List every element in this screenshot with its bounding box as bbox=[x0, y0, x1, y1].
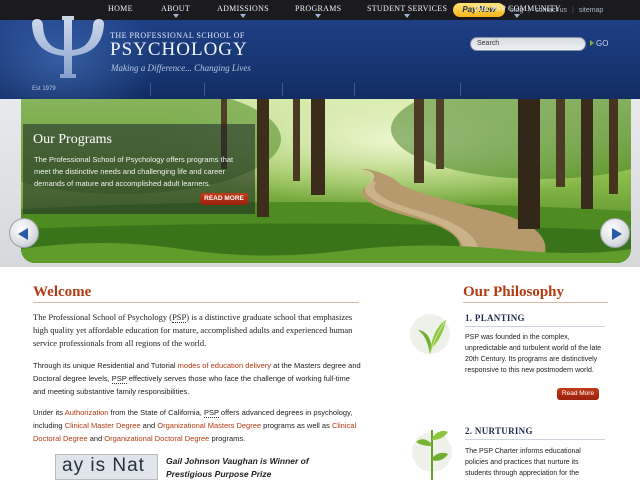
nav-divider bbox=[282, 83, 283, 96]
planting-title: 1. PLANTING bbox=[465, 313, 525, 323]
sitemap-link[interactable]: sitemap bbox=[579, 7, 604, 14]
hero-title: Our Programs bbox=[33, 132, 112, 147]
slide-prev-button[interactable] bbox=[9, 218, 39, 248]
welcome-paragraph-3: Under its Authorization from the State o… bbox=[33, 408, 357, 443]
search-go-button[interactable]: GO bbox=[590, 37, 608, 51]
nav-home[interactable]: HOME bbox=[108, 0, 133, 19]
philosophy-divider bbox=[463, 302, 608, 303]
nav-psp-community[interactable]: THE PSP COMMUNITY bbox=[473, 0, 561, 19]
arrow-right-icon bbox=[612, 228, 622, 240]
slide-next-button[interactable] bbox=[600, 218, 630, 248]
organizational-masters-link[interactable]: Organizational Masters Degree bbox=[157, 421, 261, 430]
planting-text: PSP was founded in the complex, unpredic… bbox=[465, 334, 602, 374]
chevron-down-icon bbox=[239, 14, 246, 18]
separator: | bbox=[571, 6, 574, 14]
welcome-divider bbox=[33, 302, 359, 303]
nav-admissions[interactable]: ADMISSIONS bbox=[217, 0, 269, 19]
psi-logo-icon[interactable] bbox=[30, 12, 106, 84]
nurturing-title: 2. NURTURING bbox=[465, 426, 533, 436]
nav-student-services[interactable]: STUDENT SERVICES bbox=[367, 0, 447, 19]
chevron-down-icon bbox=[513, 14, 520, 18]
authorization-link[interactable]: Authorization bbox=[65, 408, 109, 417]
established-year: Est 1979 bbox=[32, 86, 56, 92]
nav-label: STUDENT SERVICES bbox=[367, 4, 448, 13]
news-thumbnail[interactable]: ay is Nat bbox=[55, 454, 158, 480]
nav-label: THE PSP COMMUNITY bbox=[473, 4, 561, 13]
nav-divider bbox=[460, 83, 461, 96]
nav-label: PROGRAMS bbox=[295, 4, 342, 13]
welcome-title: Welcome bbox=[33, 284, 92, 300]
psp-abbr: PSP bbox=[172, 312, 187, 323]
organizational-doctoral-link[interactable]: Organizational Doctoral Degree bbox=[104, 434, 209, 443]
sprout-leaf-icon bbox=[410, 314, 450, 354]
hero-read-more-button[interactable]: READ MORE bbox=[200, 193, 248, 205]
nav-divider bbox=[354, 83, 355, 96]
modes-of-delivery-link[interactable]: modes of education delivery bbox=[178, 361, 271, 370]
nav-programs[interactable]: PROGRAMS bbox=[295, 0, 341, 19]
nav-divider bbox=[150, 83, 151, 96]
nav-label: ABOUT bbox=[161, 4, 191, 13]
news-thumbnail-text: ay is Nat bbox=[62, 455, 145, 476]
nav-divider bbox=[204, 83, 205, 96]
section-divider bbox=[465, 439, 605, 440]
arrow-left-icon bbox=[18, 228, 28, 240]
chevron-down-icon bbox=[315, 14, 322, 18]
welcome-paragraph-1: The Professional School of Psychology (P… bbox=[33, 312, 353, 348]
welcome-paragraph-2: Through its unique Residential and Tutor… bbox=[33, 361, 361, 396]
section-divider bbox=[465, 326, 605, 327]
nav-label: ADMISSIONS bbox=[217, 4, 269, 13]
go-label: GO bbox=[596, 39, 609, 48]
tagline: Making a Difference... Changing Lives bbox=[111, 63, 251, 73]
chevron-down-icon bbox=[172, 14, 179, 18]
nav-label: HOME bbox=[108, 4, 133, 13]
growing-plant-icon bbox=[412, 430, 452, 480]
go-arrow-icon bbox=[590, 40, 594, 46]
chevron-down-icon bbox=[404, 14, 411, 18]
school-name-line2: PSYCHOLOGY bbox=[110, 39, 248, 60]
planting-read-more-button[interactable]: Read More bbox=[557, 388, 599, 400]
news-headline[interactable]: Gail Johnson Vaughan is Winner of Presti… bbox=[166, 455, 346, 480]
search-input[interactable]: Search bbox=[470, 37, 586, 51]
hero-text: The Professional School of Psychology of… bbox=[34, 155, 234, 188]
philosophy-title: Our Philosophy bbox=[463, 284, 565, 300]
psp-abbr: PSP bbox=[111, 374, 127, 384]
clinical-master-link[interactable]: Clinical Master Degree bbox=[65, 421, 141, 430]
nurturing-text: The PSP Charter informs educational poli… bbox=[465, 448, 581, 477]
psp-abbr: PSP bbox=[203, 408, 219, 418]
nav-about[interactable]: ABOUT bbox=[161, 0, 190, 19]
